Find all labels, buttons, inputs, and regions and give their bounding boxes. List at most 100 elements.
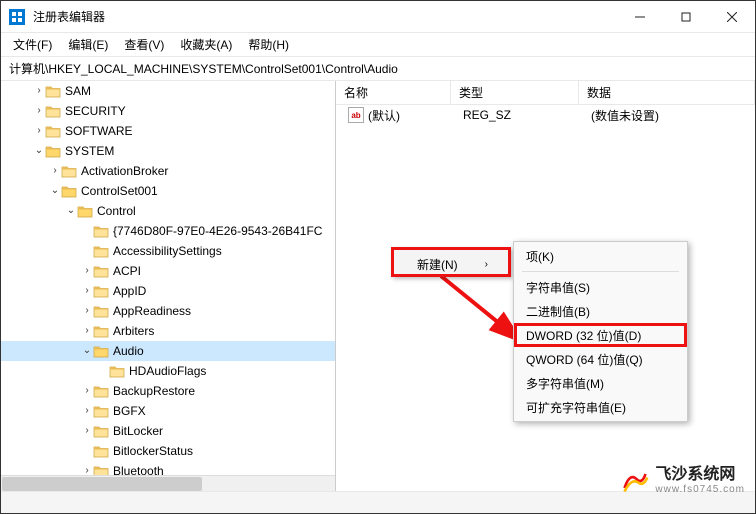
tree-label: BGFX [113,401,146,421]
tree-label: ACPI [113,261,141,281]
context-menu: 项(K) 字符串值(S) 二进制值(B) DWORD (32 位)值(D) QW… [513,241,688,422]
chevron-icon[interactable]: › [81,301,93,321]
tree-node[interactable]: › AppReadiness [1,301,335,321]
tree-node[interactable]: › AppID [1,281,335,301]
minimize-button[interactable] [617,1,663,33]
context-item-key[interactable]: 项(K) [514,244,687,268]
folder-icon [93,344,109,358]
value-type: REG_SZ [463,108,511,122]
app-icon [9,9,25,25]
submenu-new-item[interactable]: 新建(N) › [394,250,508,278]
folder-icon [93,264,109,278]
menu-view[interactable]: 查看(V) [116,34,172,55]
tree-node[interactable]: ›Arbiters [1,321,335,341]
scrollbar-thumb[interactable] [2,477,202,491]
chevron-icon[interactable]: › [81,321,93,341]
tree-pane[interactable]: ›SAM›SECURITY›SOFTWARE⌄SYSTEM›Activation… [1,81,336,491]
tree-label: SAM [65,81,91,101]
tree-node[interactable]: › ACPI [1,261,335,281]
tree-node[interactable]: ›BitLocker [1,421,335,441]
chevron-icon[interactable]: › [49,161,61,181]
folder-icon [93,244,109,258]
tree-label: SYSTEM [65,141,114,161]
tree-label: ActivationBroker [81,161,168,181]
tree-node[interactable]: › BackupRestore [1,381,335,401]
content-area: ›SAM›SECURITY›SOFTWARE⌄SYSTEM›Activation… [1,81,755,491]
col-type[interactable]: 类型 [451,81,579,104]
addressbar[interactable]: 计算机\HKEY_LOCAL_MACHINE\SYSTEM\ControlSet… [1,57,755,81]
tree-node[interactable]: ⌄ControlSet001 [1,181,335,201]
chevron-icon[interactable]: › [81,261,93,281]
context-item-expand[interactable]: 可扩充字符串值(E) [514,395,687,419]
folder-icon [93,424,109,438]
tree-node[interactable]: ›SOFTWARE [1,121,335,141]
chevron-icon[interactable]: › [81,281,93,301]
chevron-icon[interactable]: ⌄ [65,201,77,221]
tree-node[interactable]: › SECURITY [1,101,335,121]
folder-icon [77,204,93,218]
folder-icon [45,124,61,138]
address-path: 计算机\HKEY_LOCAL_MACHINE\SYSTEM\ControlSet… [9,60,398,77]
menu-help[interactable]: 帮助(H) [240,34,297,55]
tree-scrollbar[interactable] [1,475,335,491]
context-item-dword[interactable]: DWORD (32 位)值(D) [514,323,687,347]
list-header: 名称 类型 数据 [336,81,755,105]
tree-label: Audio [113,341,144,361]
tree-label: AppID [113,281,146,301]
tree: ›SAM›SECURITY›SOFTWARE⌄SYSTEM›Activation… [1,81,335,491]
chevron-icon[interactable]: › [81,381,93,401]
close-button[interactable] [709,1,755,33]
maximize-button[interactable] [663,1,709,33]
tree-label: SECURITY [65,101,126,121]
chevron-icon[interactable]: › [81,421,93,441]
tree-node[interactable]: ⌄Control [1,201,335,221]
menu-edit[interactable]: 编辑(E) [60,34,116,55]
submenu-new[interactable]: 新建(N) › [391,247,511,277]
value-data: (数值未设置) [591,107,659,124]
chevron-icon[interactable]: ⌄ [33,141,45,161]
tree-label: BackupRestore [113,381,195,401]
tree-label: AppReadiness [113,301,191,321]
tree-node[interactable]: › ActivationBroker [1,161,335,181]
tree-node[interactable]: › SAM [1,81,335,101]
submenu-new-label: 新建(N) [410,256,465,273]
folder-icon [93,324,109,338]
menu-file[interactable]: 文件(F) [5,34,60,55]
tree-node[interactable]: BitlockerStatus [1,441,335,461]
folder-icon [93,224,109,238]
context-item-multi[interactable]: 多字符串值(M) [514,371,687,395]
folder-icon [93,384,109,398]
folder-icon [93,284,109,298]
folder-icon [61,184,77,198]
list-pane[interactable]: 名称 类型 数据 ab (默认) REG_SZ (数值未设置) 新建(N) › … [336,81,755,491]
folder-icon [61,164,77,178]
chevron-icon[interactable]: ⌄ [81,341,93,361]
tree-node[interactable]: › BGFX [1,401,335,421]
tree-node[interactable]: {7746D80F-97E0-4E26-9543-26B41FC [1,221,335,241]
context-item-string[interactable]: 字符串值(S) [514,275,687,299]
window-title: 注册表编辑器 [33,8,617,25]
tree-node[interactable]: ⌄ SYSTEM [1,141,335,161]
watermark-url: www.fs0745.com [655,484,745,495]
col-name[interactable]: 名称 [336,81,451,104]
chevron-icon[interactable]: › [33,81,45,101]
watermark-icon [621,467,649,495]
tree-node[interactable]: ⌄ Audio [1,341,335,361]
context-item-qword[interactable]: QWORD (64 位)值(Q) [514,347,687,371]
tree-label: AccessibilitySettings [113,241,222,261]
chevron-icon[interactable]: › [81,401,93,421]
tree-node[interactable]: HDAudioFlags [1,361,335,381]
tree-node[interactable]: AccessibilitySettings [1,241,335,261]
context-item-binary[interactable]: 二进制值(B) [514,299,687,323]
chevron-icon[interactable]: ⌄ [49,181,61,201]
folder-icon [93,444,109,458]
menu-favorites[interactable]: 收藏夹(A) [172,34,240,55]
list-row[interactable]: ab (默认) REG_SZ (数值未设置) [336,105,755,125]
col-data[interactable]: 数据 [579,81,755,104]
chevron-icon[interactable]: › [33,121,45,141]
folder-icon [93,304,109,318]
titlebar: 注册表编辑器 [1,1,755,33]
tree-label: {7746D80F-97E0-4E26-9543-26B41FC [113,221,322,241]
tree-label: HDAudioFlags [129,361,206,381]
chevron-icon[interactable]: › [33,101,45,121]
